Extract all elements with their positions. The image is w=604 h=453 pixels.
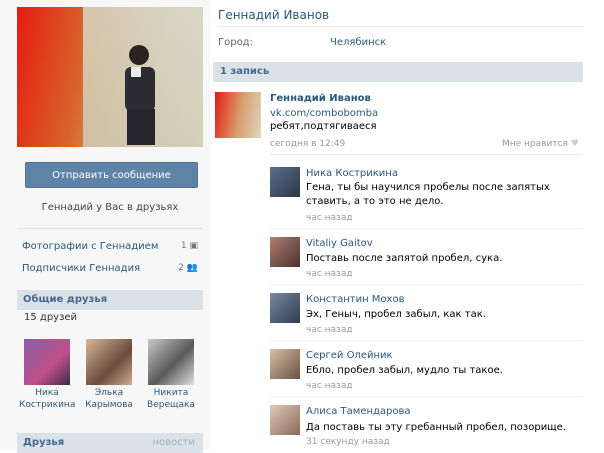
comment-author[interactable]: Vitaliy Gaitov: [306, 238, 373, 249]
friend-first-name: Никита: [153, 388, 189, 398]
avatar: [148, 339, 194, 385]
mutual-friends-header[interactable]: Общие друзья: [17, 290, 203, 310]
friend-first-name: Элька: [94, 388, 124, 398]
camera-icon: ▣: [189, 241, 198, 251]
profile-name: Геннадий Иванов: [218, 8, 330, 22]
city-label: Город:: [218, 37, 253, 48]
like-button[interactable]: Мне нравится ♥: [502, 139, 579, 149]
friends-header[interactable]: Друзья новости: [17, 433, 203, 453]
comment-author[interactable]: Ника Кострикина: [306, 168, 398, 179]
wall-header: 1 запись: [213, 62, 583, 82]
comment-avatar[interactable]: [270, 237, 300, 267]
comment-time[interactable]: час назад: [306, 213, 353, 223]
divider: [270, 228, 582, 229]
friends-news-link[interactable]: новости: [153, 437, 196, 448]
comment-avatar[interactable]: [270, 349, 300, 379]
city-value[interactable]: Челябинск: [330, 37, 386, 48]
people-icon: 👥: [186, 263, 198, 273]
friends-status: Геннадий у Вас в друзьях: [41, 202, 179, 213]
send-message-button[interactable]: Отправить сообщение: [25, 162, 198, 188]
post-author[interactable]: Геннадий Иванов: [270, 93, 371, 104]
post-time[interactable]: сегодня в 12:49: [270, 139, 345, 149]
comment-avatar[interactable]: [270, 293, 300, 323]
mutual-friend-nikita[interactable]: Никита Верещака: [143, 339, 199, 411]
mutual-friends-count: 15 друзей: [24, 312, 78, 323]
friend-last-name: Кострикина: [19, 400, 76, 410]
mutual-friend-nika[interactable]: Ника Кострикина: [19, 339, 75, 411]
friend-first-name: Ника: [35, 388, 59, 398]
comment-text: Гена, ты бы научился пробелы после запят…: [306, 182, 550, 207]
heart-icon: ♥: [570, 139, 579, 149]
friend-last-name: Карымова: [85, 400, 133, 410]
like-label: Мне нравится: [502, 139, 568, 149]
divider: [218, 26, 584, 27]
mutual-friends-title: Общие друзья: [23, 294, 108, 305]
avatar: [86, 339, 132, 385]
divider: [270, 154, 582, 155]
comment-author[interactable]: Константин Мохов: [306, 294, 404, 305]
comment-text: Ебло, пробел забыл, мудло ты такое.: [306, 365, 503, 376]
followers-link[interactable]: Подписчики Геннадия 2 👥: [22, 263, 198, 274]
comment-avatar[interactable]: [270, 405, 300, 435]
comment-text: Поставь после запятой пробел, сука.: [306, 253, 503, 264]
divider: [270, 340, 582, 341]
friend-last-name: Верещака: [147, 400, 195, 410]
divider: [270, 284, 582, 285]
post-author-avatar[interactable]: [215, 92, 261, 138]
photos-with-link[interactable]: Фотографии с Геннадием 1 ▣: [22, 241, 198, 252]
comment-time[interactable]: час назад: [306, 381, 353, 391]
friends-title: Друзья: [23, 437, 65, 448]
comment-time[interactable]: час назад: [306, 269, 353, 279]
avatar: [24, 339, 70, 385]
photos-count: 1 ▣: [180, 241, 198, 251]
comment-author[interactable]: Алиса Тамендарова: [306, 406, 411, 417]
divider: [270, 396, 582, 397]
wall-post-count: 1 запись: [220, 66, 270, 77]
photos-with-label: Фотографии с Геннадием: [22, 241, 159, 252]
profile-photo[interactable]: [17, 7, 203, 147]
divider: [17, 228, 203, 229]
followers-label: Подписчики Геннадия: [22, 263, 141, 274]
post-link[interactable]: vk.com/combobomba: [270, 108, 378, 119]
comment-text: Да поставь ты эту гребанный пробел, позо…: [306, 422, 566, 433]
comment-text: Эх, Геныч, пробел забыл, как так.: [306, 309, 486, 320]
comment-time[interactable]: час назад: [306, 325, 353, 335]
comment-avatar[interactable]: [270, 167, 300, 197]
person-figure: [125, 45, 155, 145]
comment-author[interactable]: Сергей Олейник: [306, 350, 393, 361]
followers-count: 2 👥: [178, 263, 198, 273]
post-text: ребят,подтягиваеся: [270, 121, 377, 132]
comment-time[interactable]: 31 секунду назад: [306, 437, 390, 447]
mutual-friend-elka[interactable]: Элька Карымова: [81, 339, 137, 411]
